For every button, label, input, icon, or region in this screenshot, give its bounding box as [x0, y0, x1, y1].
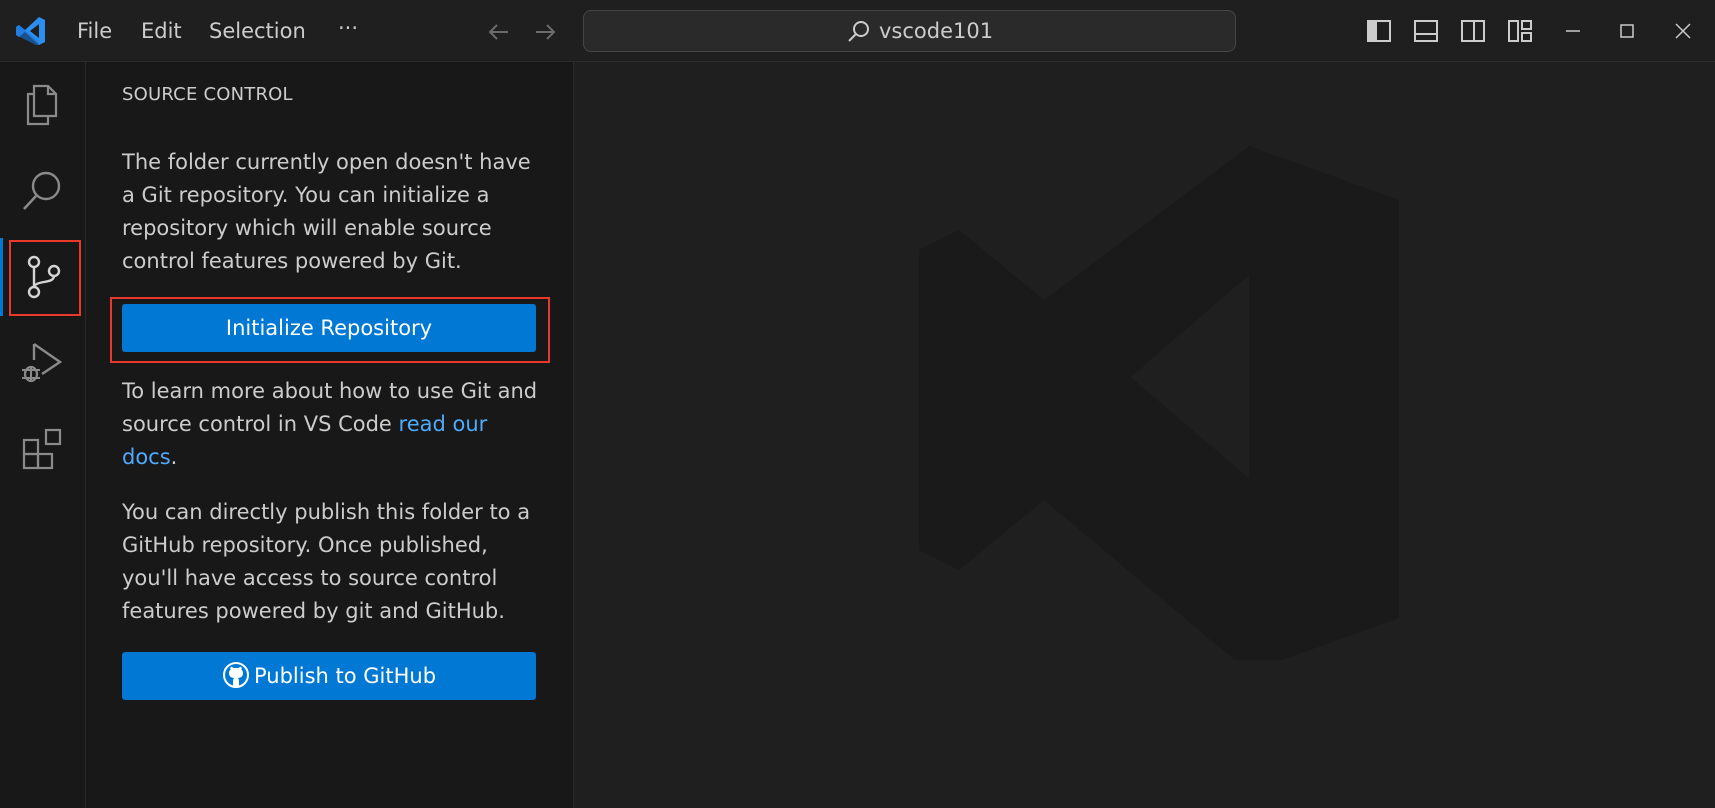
github-icon [222, 662, 249, 688]
publish-message: You can directly publish this folder to … [122, 500, 531, 623]
maximize-icon[interactable] [1614, 18, 1640, 44]
minimize-icon[interactable] [1560, 18, 1586, 44]
vscode-logo-icon [16, 17, 45, 45]
publish-to-github-button[interactable]: Publish to GitHub [122, 652, 536, 700]
learn-more-suffix: . [170, 445, 178, 469]
editor-area [574, 62, 1715, 808]
toggle-secondary-sidebar-icon[interactable] [1460, 18, 1486, 44]
source-control-sidebar: SOURCE CONTROL The folder currently open… [86, 62, 574, 808]
initialize-repository-button[interactable]: Initialize Repository [122, 304, 536, 352]
activity-run-debug[interactable] [0, 320, 86, 406]
menu-selection[interactable]: Selection [209, 17, 306, 45]
back-arrow-icon[interactable] [486, 19, 512, 45]
command-center-search[interactable]: vscode101 [583, 10, 1236, 52]
title-bar: File Edit Selection ··· vscode101 [0, 0, 1715, 62]
activity-extensions[interactable] [0, 406, 86, 492]
vscode-watermark-logo [919, 146, 1399, 660]
toggle-panel-icon[interactable] [1413, 18, 1439, 44]
active-indicator [0, 238, 3, 316]
forward-arrow-icon[interactable] [532, 19, 558, 45]
sidebar-title: SOURCE CONTROL [122, 84, 293, 105]
learn-more-message: To learn more about how to use Git and s… [122, 375, 542, 474]
source-control-highlight [9, 240, 81, 316]
explorer-icon [26, 84, 58, 126]
toggle-primary-sidebar-icon[interactable] [1366, 18, 1392, 44]
activity-search[interactable] [0, 148, 86, 234]
extensions-icon [22, 428, 62, 470]
activity-explorer[interactable] [0, 62, 86, 148]
search-icon [23, 171, 61, 210]
menu-file[interactable]: File [77, 17, 112, 45]
menu-more[interactable]: ··· [338, 14, 358, 42]
workspace-name: vscode101 [879, 19, 994, 43]
customize-layout-icon[interactable] [1507, 18, 1533, 44]
activity-source-control[interactable] [0, 234, 86, 320]
run-debug-icon [22, 343, 63, 383]
close-icon[interactable] [1670, 18, 1696, 44]
publish-button-label: Publish to GitHub [253, 664, 437, 688]
menu-edit[interactable]: Edit [141, 17, 182, 45]
search-icon [848, 21, 869, 42]
intro-message: The folder currently open doesn't have a… [122, 150, 531, 273]
activity-bar [0, 62, 86, 808]
